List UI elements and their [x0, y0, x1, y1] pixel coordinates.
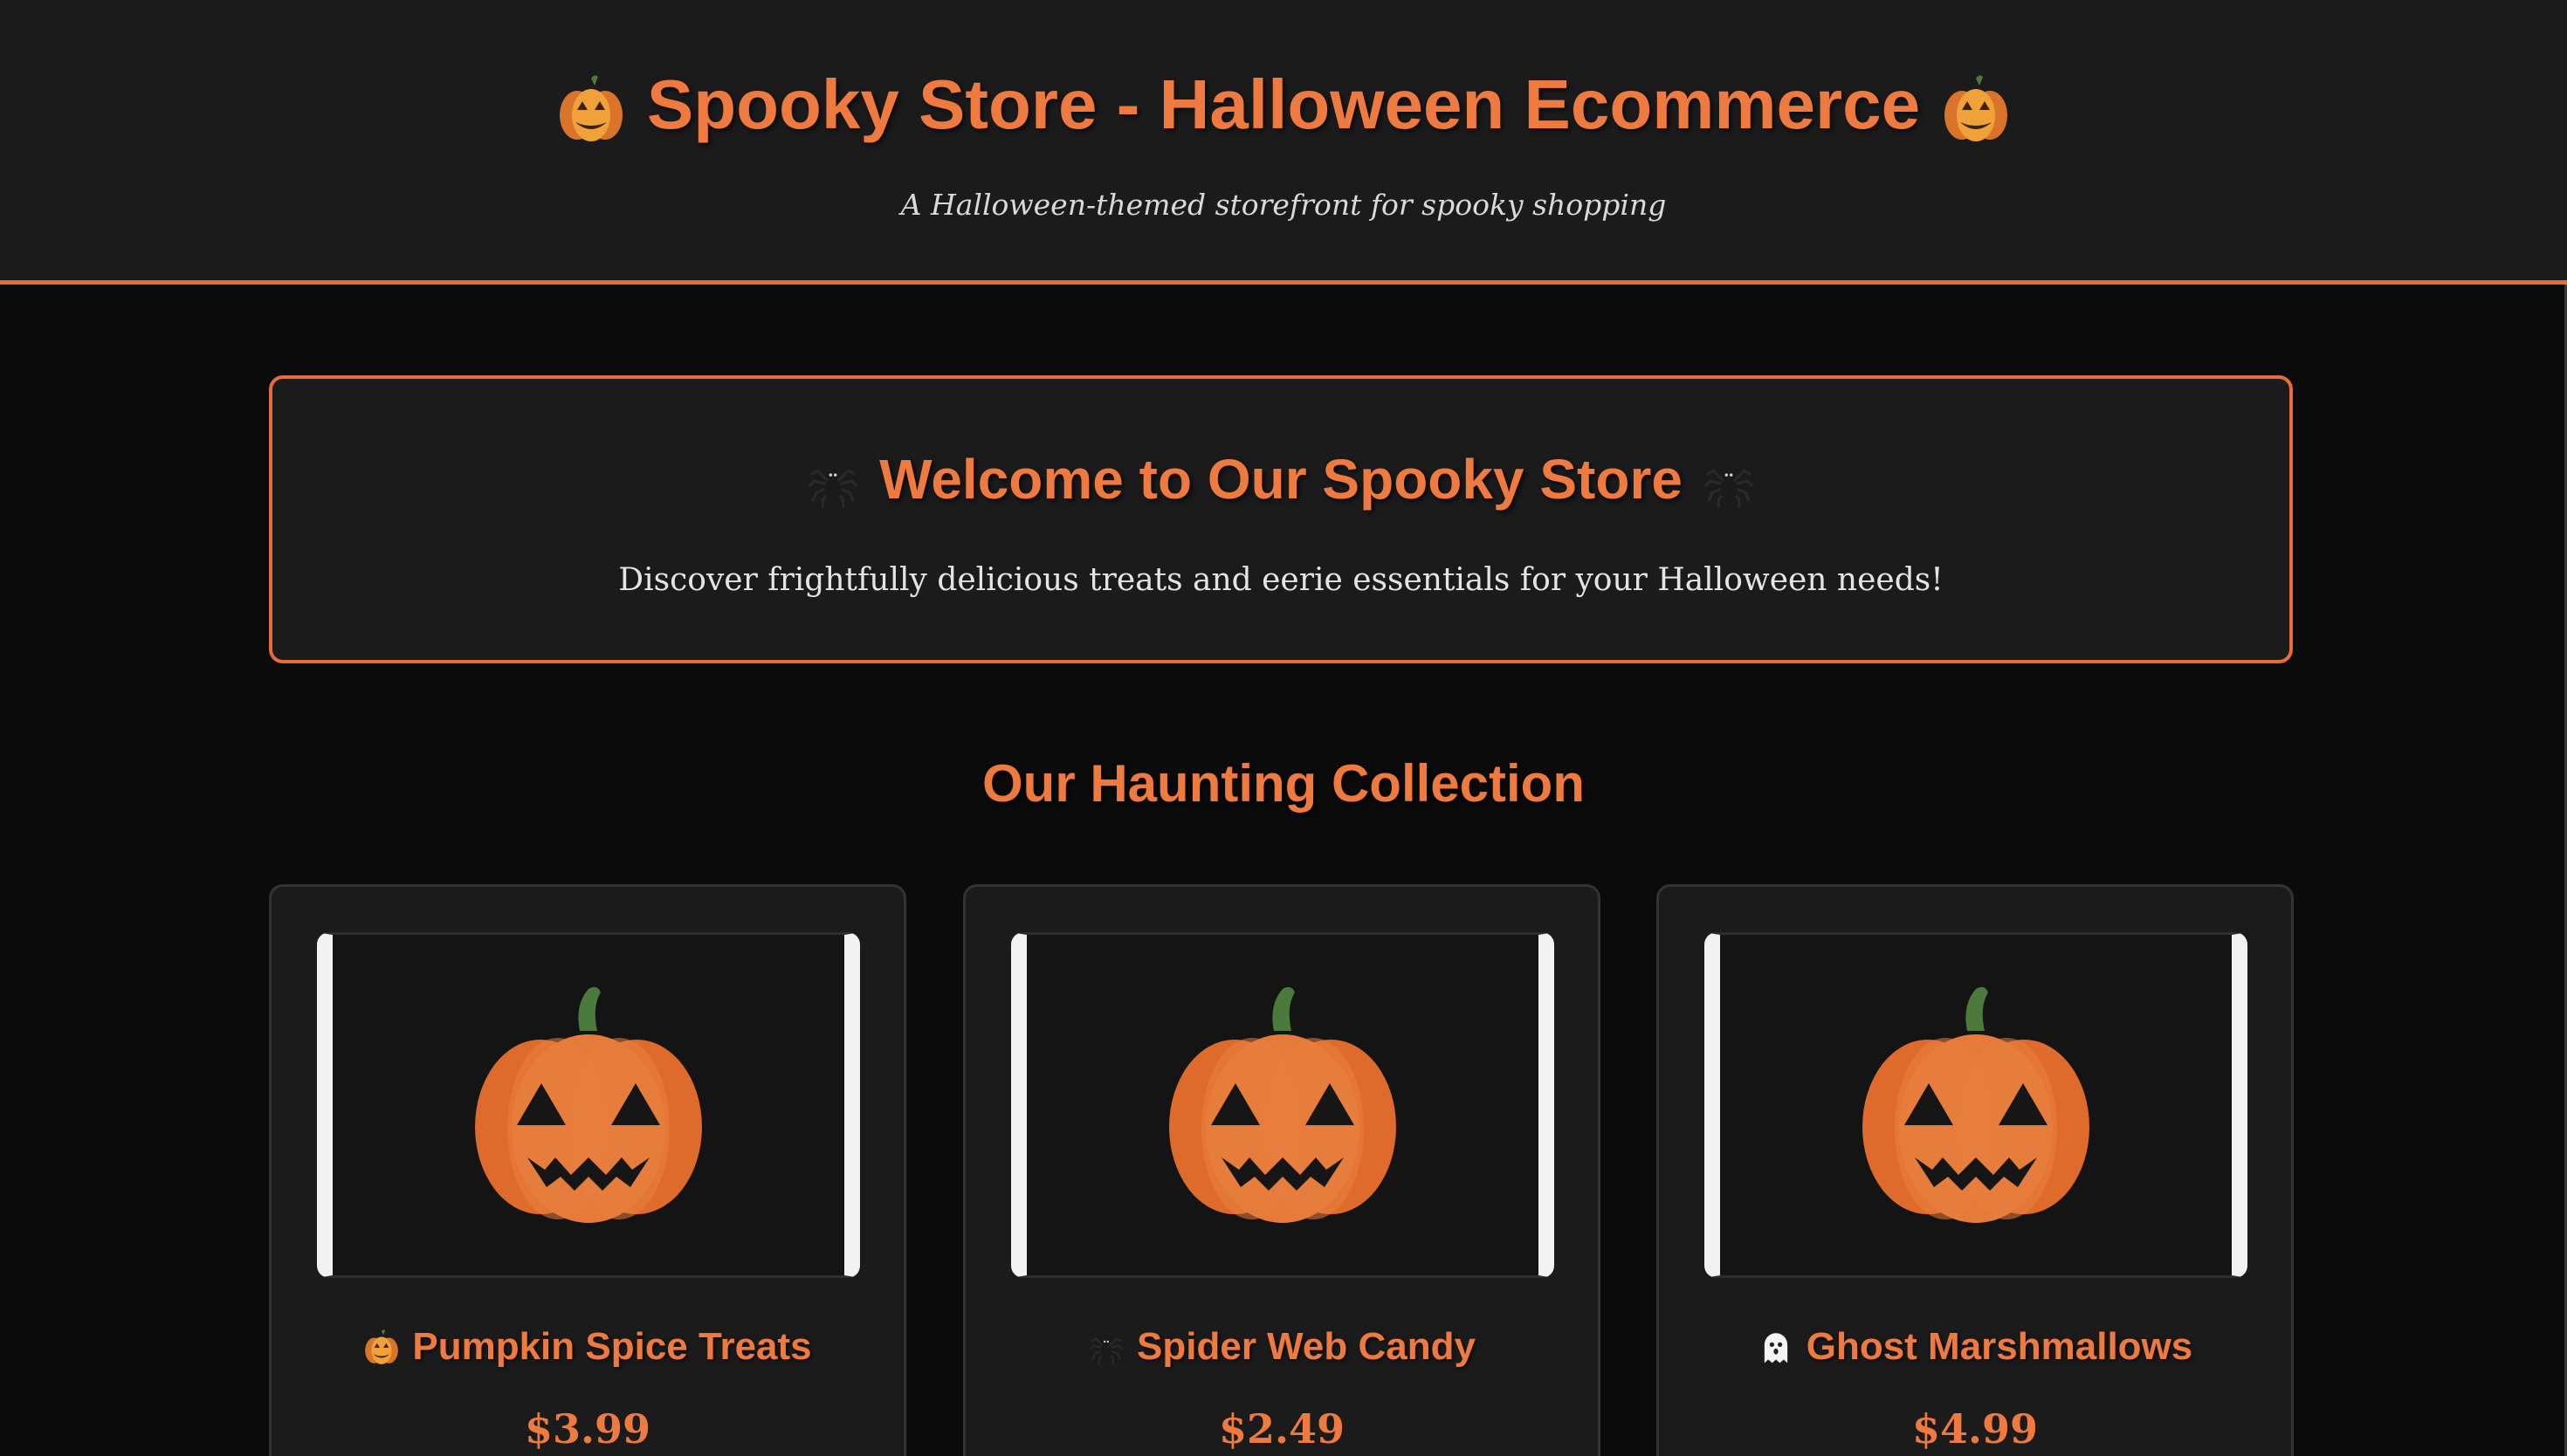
product-card[interactable]: Pumpkin Spice Treats $3.99 — [269, 884, 906, 1456]
product-card[interactable]: Ghost Marshmallows $4.99 — [1656, 884, 2294, 1456]
product-name: Pumpkin Spice Treats — [412, 1325, 812, 1368]
site-title: Spooky Store - Halloween Ecommerce — [646, 65, 1921, 143]
welcome-text: Discover frightfully delicious treats an… — [618, 562, 1944, 598]
product-name-row[interactable]: Pumpkin Spice Treats — [272, 1320, 904, 1374]
spider-icon — [1702, 439, 1756, 518]
pumpkin-image[interactable] — [1704, 932, 2247, 1278]
pumpkin-image[interactable] — [317, 932, 860, 1278]
welcome-title: Welcome to Our Spooky Store — [879, 448, 1683, 511]
site-title-row: Spooky Store - Halloween Ecommerce — [0, 56, 2567, 159]
product-price: $4.99 — [1911, 1405, 2039, 1453]
welcome-banner: Welcome to Our Spooky Store Discover fri… — [269, 375, 2293, 663]
site-subtitle: A Halloween-themed storefront for spooky… — [900, 188, 1667, 222]
jack-o-lantern-icon — [556, 54, 626, 152]
spider-icon — [1088, 1318, 1125, 1372]
product-price: $2.49 — [1218, 1405, 1345, 1453]
jack-o-lantern-icon — [363, 1318, 400, 1372]
welcome-title-row: Welcome to Our Spooky Store — [272, 440, 2289, 523]
collection-title: Our Haunting Collection — [982, 754, 1585, 813]
jack-o-lantern-icon — [1941, 54, 2011, 152]
spider-icon — [806, 439, 860, 518]
site-header: Spooky Store - Halloween Ecommerce A Hal… — [0, 0, 2567, 285]
product-card[interactable]: Spider Web Candy $2.49 — [963, 884, 1600, 1456]
product-name: Ghost Marshmallows — [1806, 1325, 2193, 1368]
product-name: Spider Web Candy — [1137, 1325, 1476, 1368]
product-name-row[interactable]: Ghost Marshmallows — [1659, 1320, 2291, 1374]
product-price: $3.99 — [524, 1405, 651, 1453]
pumpkin-image[interactable] — [1011, 932, 1554, 1278]
ghost-icon — [1758, 1318, 1794, 1372]
product-name-row[interactable]: Spider Web Candy — [966, 1320, 1598, 1374]
